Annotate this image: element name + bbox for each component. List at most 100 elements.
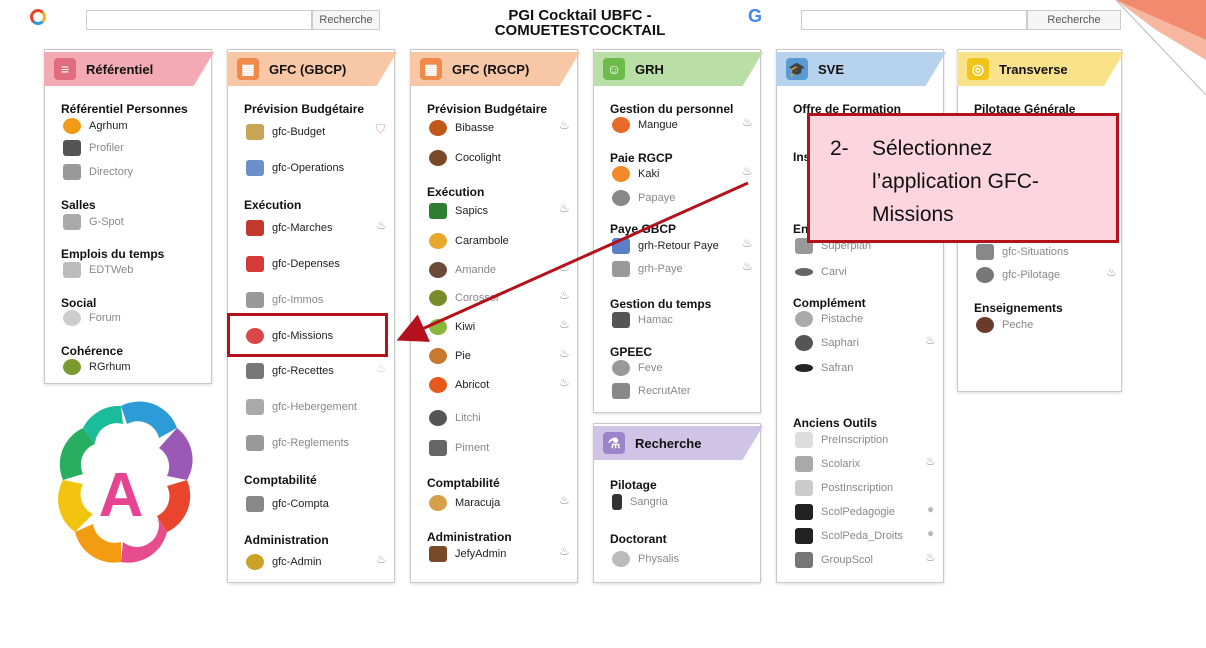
- app-label: Forum: [89, 312, 121, 324]
- safran-icon: [795, 364, 813, 372]
- app-papaye[interactable]: Papaye: [612, 188, 675, 208]
- app-mangue[interactable]: Mangue: [612, 115, 678, 135]
- card-recherche: ⚗ Recherche Pilotage Sangria Doctorant P…: [593, 423, 763, 583]
- app-bibasse[interactable]: Bibasse: [429, 118, 494, 138]
- app-peche[interactable]: Peche: [976, 315, 1033, 335]
- physalis-icon: [612, 551, 630, 567]
- app-gfc-recettes[interactable]: gfc-Recettes: [246, 361, 334, 381]
- app-label: Scolarix: [821, 458, 861, 470]
- app-saphari[interactable]: Saphari: [795, 333, 859, 353]
- app-carambole[interactable]: Carambole: [429, 231, 509, 251]
- app-sangria[interactable]: Sangria: [612, 492, 668, 512]
- java-icon: ♨: [559, 201, 570, 215]
- grid-icon: ▦: [237, 58, 259, 80]
- callout-line2: l’application GFC-: [872, 170, 1039, 193]
- app-gfc-reglements[interactable]: gfc-Reglements: [246, 433, 349, 453]
- app-label: gfc-Admin: [272, 556, 322, 568]
- section-enseignements: Enseignements: [974, 301, 1063, 315]
- app-label: Feve: [638, 362, 663, 374]
- app-postinscription[interactable]: PostInscription: [795, 478, 893, 498]
- app-rgrhum[interactable]: RGrhum: [63, 357, 131, 377]
- java-icon: ♨: [742, 115, 753, 129]
- cocktail-logo-icon[interactable]: [30, 9, 46, 25]
- app-scolpedagogie[interactable]: ScolPedagogie: [795, 502, 895, 522]
- app-forum[interactable]: Forum: [63, 308, 121, 328]
- app-label: Sapics: [455, 205, 489, 217]
- card-rgcp-header[interactable]: ▦ GFC (RGCP): [410, 52, 580, 86]
- app-agrhum[interactable]: Agrhum: [63, 116, 128, 136]
- app-gspot[interactable]: G-Spot: [63, 212, 124, 232]
- app-hamac[interactable]: Hamac: [612, 310, 673, 330]
- card-grh-header[interactable]: ☺ GRH: [593, 52, 763, 86]
- app-carvi[interactable]: Carvi: [795, 262, 847, 282]
- app-scolarix[interactable]: Scolarix: [795, 454, 860, 474]
- card-sve-header[interactable]: 🎓 SVE: [776, 52, 946, 86]
- orange-icon: [63, 118, 81, 134]
- card-recherche-header[interactable]: ⚗ Recherche: [593, 426, 763, 460]
- java-icon: ♨: [376, 218, 387, 232]
- app-jefyadmin[interactable]: JefyAdmin: [429, 544, 506, 564]
- app-gfc-admin[interactable]: gfc-Admin: [246, 552, 322, 572]
- app-preinscription[interactable]: PreInscription: [795, 430, 888, 450]
- app-kaki[interactable]: Kaki: [612, 164, 659, 184]
- app-profiler[interactable]: Profiler: [63, 138, 124, 158]
- app-gfc-situations[interactable]: gfc-Situations: [976, 242, 1069, 262]
- app-pie[interactable]: Pie: [429, 346, 471, 366]
- instruction-callout: 2- Sélectionnez l’application GFC- Missio…: [807, 113, 1119, 243]
- app-label: gfc-Operations: [272, 162, 345, 174]
- kaki-icon: [612, 166, 630, 182]
- page-title-line1: PGI Cocktail UBFC -: [508, 7, 652, 24]
- google-icon[interactable]: G: [748, 6, 762, 27]
- app-grh-retour-paye[interactable]: grh-Retour Paye: [612, 236, 719, 256]
- app-physalis[interactable]: Physalis: [612, 549, 679, 569]
- search-input-right[interactable]: [801, 10, 1027, 30]
- app-gfc-hebergement[interactable]: gfc-Hebergement: [246, 397, 357, 417]
- app-gfc-pilotage[interactable]: gfc-Pilotage: [976, 265, 1060, 285]
- app-piment[interactable]: Piment: [429, 438, 489, 458]
- app-scolpeda-droits[interactable]: ScolPeda_Droits: [795, 526, 903, 546]
- section-prevision-budgetaire: Prévision Budgétaire: [427, 102, 548, 116]
- app-directory[interactable]: Directory: [63, 162, 133, 182]
- section-administration: Administration: [244, 533, 329, 547]
- app-recrutater[interactable]: RecrutAter: [612, 381, 691, 401]
- app-label: RGrhum: [89, 361, 131, 373]
- callout-step-number: 2-: [830, 137, 849, 160]
- java-icon: ♨: [559, 118, 570, 132]
- card-referentiel-header[interactable]: ≡ Référentiel: [44, 52, 214, 86]
- app-gfc-budget[interactable]: gfc-Budget: [246, 122, 325, 142]
- app-grh-paye[interactable]: grh-Paye: [612, 259, 683, 279]
- shield-icon: ⛉: [376, 122, 386, 136]
- app-groupscol[interactable]: GroupScol: [795, 550, 873, 570]
- piment-icon: [429, 440, 447, 456]
- app-label: gfc-Pilotage: [1002, 269, 1061, 281]
- app-gfc-depenses[interactable]: gfc-Depenses: [246, 254, 340, 274]
- card-gbcp-header[interactable]: ▦ GFC (GBCP): [227, 52, 397, 86]
- section-comptabilite: Comptabilité: [427, 476, 500, 490]
- grid-icon: ▦: [420, 58, 442, 80]
- app-gfc-compta[interactable]: gfc-Compta: [246, 494, 329, 514]
- search-button-left[interactable]: Recherche: [312, 10, 380, 30]
- card-grh: ☺ GRH Gestion du personnel Mangue ♨ Paie…: [593, 49, 763, 413]
- app-abricot[interactable]: Abricot: [429, 375, 489, 395]
- search-button-right[interactable]: Recherche: [1027, 10, 1121, 30]
- app-litchi[interactable]: Litchi: [429, 408, 481, 428]
- app-pistache[interactable]: Pistache: [795, 309, 863, 329]
- app-safran[interactable]: Safran: [795, 358, 853, 378]
- app-gfc-marches[interactable]: gfc-Marches: [246, 218, 333, 238]
- situations-icon: [976, 244, 994, 260]
- app-sapics[interactable]: Sapics: [429, 201, 488, 221]
- app-cocolight[interactable]: Cocolight: [429, 148, 501, 168]
- app-feve[interactable]: Feve: [612, 358, 662, 378]
- app-gfc-immos[interactable]: gfc-Immos: [246, 290, 323, 310]
- app-corossol[interactable]: Corossol: [429, 288, 498, 308]
- search-input-left[interactable]: [86, 10, 312, 30]
- app-label: Abricot: [455, 379, 490, 391]
- card-transverse-header[interactable]: ◎ Transverse: [957, 52, 1124, 86]
- pilotage-icon: [976, 267, 994, 283]
- app-kiwi[interactable]: Kiwi: [429, 317, 475, 337]
- app-amande[interactable]: Amande: [429, 260, 496, 280]
- java-icon: ♨: [925, 550, 936, 564]
- app-gfc-operations[interactable]: gfc-Operations: [246, 158, 344, 178]
- app-maracuja[interactable]: Maracuja: [429, 493, 500, 513]
- app-edtweb[interactable]: EDTWeb: [63, 260, 133, 280]
